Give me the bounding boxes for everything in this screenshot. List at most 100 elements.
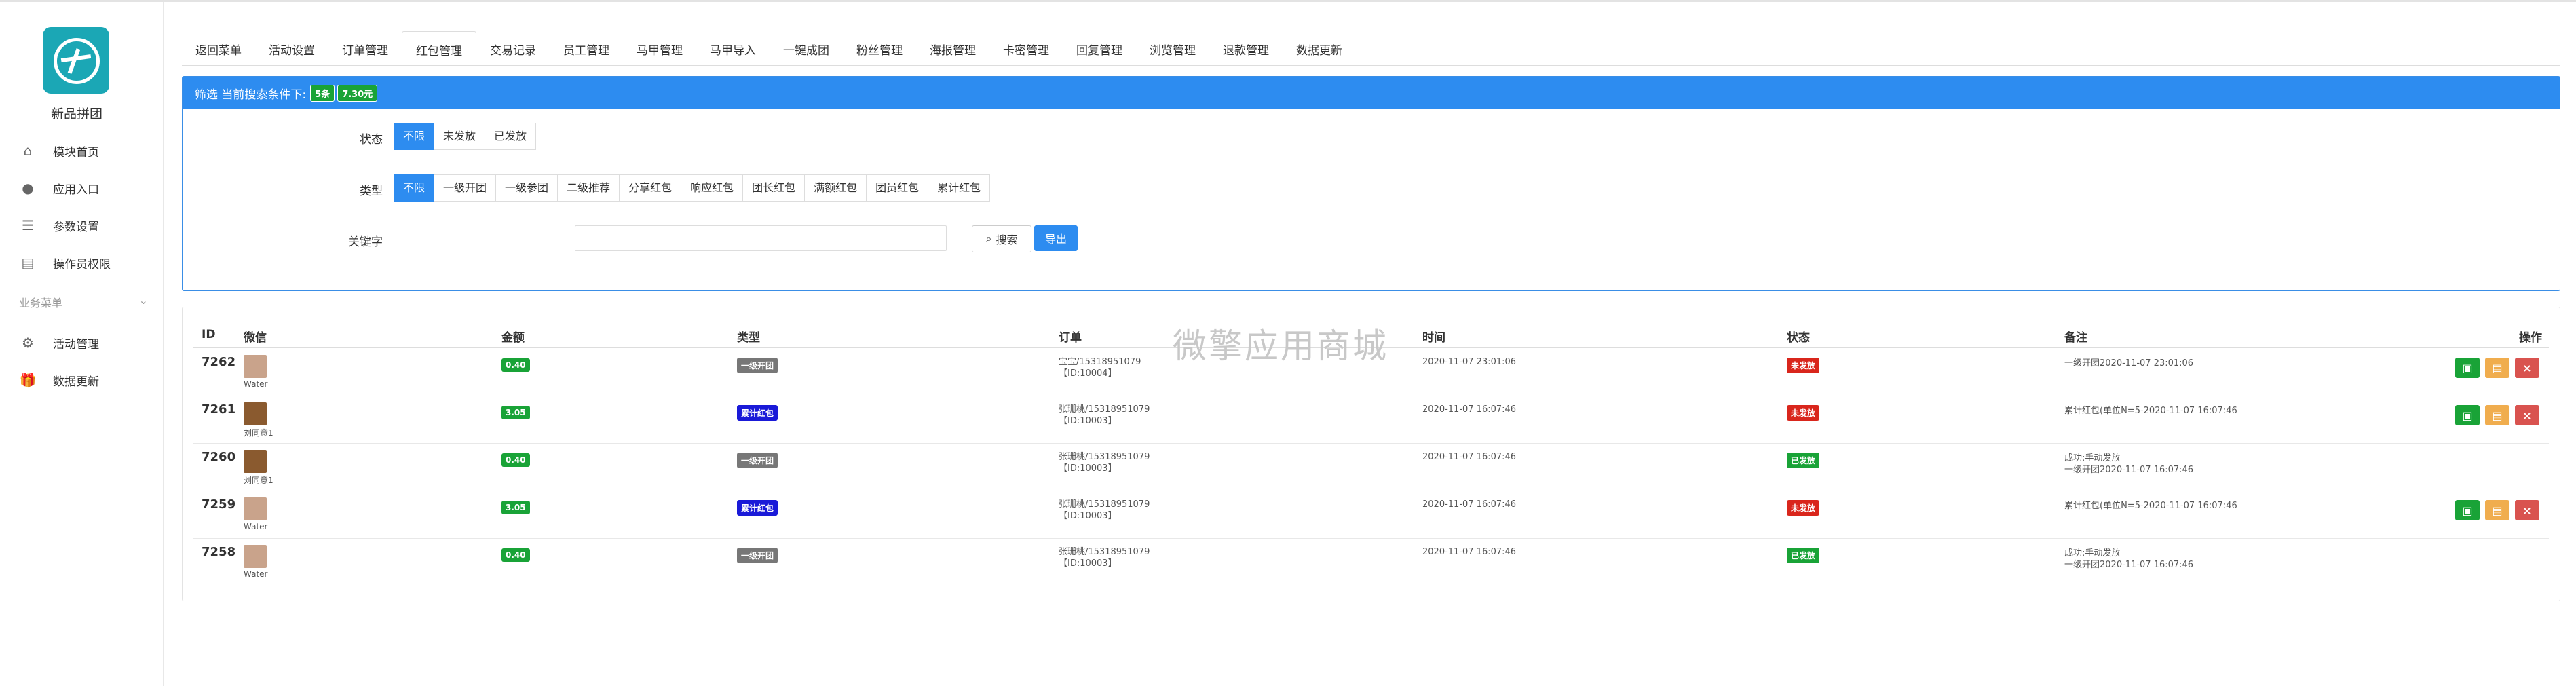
delete-button[interactable]: × (2515, 405, 2539, 425)
type-filter-group: 不限 一级开团 一级参团 二级推荐 分享红包 响应红包 团长红包 满额红包 团员… (394, 174, 991, 202)
type-option-all[interactable]: 不限 (394, 174, 435, 202)
remark-line2: 累计红包(单位N=5-2020-11-07 16:07:46 (2064, 501, 2237, 511)
search-button[interactable]: ⌕ 搜索 (972, 225, 1031, 252)
type-option-full-amount[interactable]: 满额红包 (804, 174, 867, 202)
type-option-level1-open[interactable]: 一级开团 (434, 174, 497, 202)
tab-divider (182, 65, 2560, 66)
wechat-name: Water (244, 569, 268, 579)
table-row: 7262 Water 0.40 一级开团 宝宝/15318951079 【ID:… (193, 348, 2549, 396)
tab-browse[interactable]: 浏览管理 (1136, 31, 1209, 65)
status-badge: 已发放 (1787, 453, 1820, 468)
type-option-member[interactable]: 团员红包 (866, 174, 929, 202)
col-header-wechat: 微信 (244, 331, 267, 345)
col-header-ops: 操作 (2519, 331, 2542, 345)
remark-line2: 一级开团2020-11-07 16:07:46 (2064, 465, 2194, 475)
sidebar-item-entry[interactable]: ● 应用入口 (19, 176, 155, 199)
type-option-level1-join[interactable]: 一级参团 (495, 174, 558, 202)
order-id: 【ID:10003】 (1059, 511, 1117, 521)
sidebar-item-home[interactable]: ⌂ 模块首页 (19, 139, 155, 162)
time-cell: 2020-11-07 16:07:46 (1422, 452, 1517, 462)
tab-bar: 返回菜单 活动设置 订单管理 红包管理 交易记录 员工管理 马甲管理 马甲导入 … (182, 31, 1356, 66)
order-cell: 张珊桃/15318951079 【ID:10003】 (1059, 499, 1150, 522)
money-icon: ▣ (2462, 361, 2473, 375)
tab-posters[interactable]: 海报管理 (916, 31, 989, 65)
status-badge: 已发放 (1787, 548, 1820, 563)
type-badge: 累计红包 (737, 405, 778, 421)
manual-button[interactable]: ▤ (2485, 405, 2509, 425)
wechat-cell: 刘同意1 (244, 450, 273, 486)
status-option-all[interactable]: 不限 (394, 123, 435, 150)
export-button[interactable]: 导出 (1034, 225, 1078, 251)
tab-activity-settings[interactable]: 活动设置 (255, 31, 328, 65)
tab-orders[interactable]: 订单管理 (328, 31, 402, 65)
status-option-unissued[interactable]: 未发放 (434, 123, 486, 150)
remark-cell: 一级开团2020-11-07 23:01:06 (2064, 358, 2193, 369)
type-option-response[interactable]: 响应红包 (681, 174, 744, 202)
amount-badge: 7.30元 (337, 84, 378, 102)
row-id: 7262 (202, 355, 236, 369)
type-badge: 累计红包 (737, 500, 778, 516)
order-buyer: 宝宝/15318951079 (1059, 357, 1141, 367)
tab-card-keys[interactable]: 卡密管理 (989, 31, 1063, 65)
avatar (244, 450, 267, 473)
amount-badge: 0.40 (501, 358, 530, 372)
sidebar-item-permissions[interactable]: ▤ 操作员权限 (19, 251, 155, 274)
table-row: 7258 Water 0.40 一级开团 张珊桃/15318951079 【ID… (193, 538, 2549, 586)
sidebar: 新品拼团 ⌂ 模块首页 ● 应用入口 ☰ 参数设置 ▤ 操作员权限 业务菜单 ⌄… (0, 2, 164, 686)
sidebar-item-settings[interactable]: ☰ 参数设置 (19, 214, 155, 237)
delete-button[interactable]: × (2515, 500, 2539, 520)
sidebar-item-data-update[interactable]: 🎁 数据更新 (19, 368, 155, 392)
tab-back-menu[interactable]: 返回菜单 (182, 31, 255, 65)
sidebar-item-activity[interactable]: ⚙ 活动管理 (19, 331, 155, 354)
tab-fans[interactable]: 粉丝管理 (843, 31, 916, 65)
chevron-down-icon: ⌄ (138, 294, 148, 307)
remark-cell: 成功:手动发放 一级开团2020-11-07 16:07:46 (2064, 453, 2193, 476)
filter-header: 筛选 当前搜索条件下: 5条 7.30元 (183, 77, 2560, 109)
tab-vest-import[interactable]: 马甲导入 (696, 31, 770, 65)
type-badge: 一级开团 (737, 358, 778, 373)
type-badge: 一级开团 (737, 548, 778, 563)
wechat-name: 刘同意1 (244, 428, 273, 438)
issue-button[interactable]: ▣ (2455, 500, 2480, 520)
tab-refunds[interactable]: 退款管理 (1209, 31, 1283, 65)
manual-button[interactable]: ▤ (2485, 358, 2509, 378)
sidebar-item-label: 参数设置 (53, 220, 99, 234)
remark-line2: 一级开团2020-11-07 16:07:46 (2064, 560, 2194, 570)
status-option-issued[interactable]: 已发放 (485, 123, 537, 150)
wechat-name: Water (244, 522, 268, 531)
type-option-level2-referral[interactable]: 二级推荐 (557, 174, 620, 202)
status-badge: 未发放 (1787, 500, 1820, 516)
sidebar-section-business[interactable]: 业务菜单 ⌄ (19, 294, 148, 310)
type-option-cumulative[interactable]: 累计红包 (928, 174, 991, 202)
tab-red-packets[interactable]: 红包管理 (402, 31, 476, 66)
type-option-leader[interactable]: 团长红包 (742, 174, 806, 202)
close-icon: × (2522, 361, 2532, 375)
tab-replies[interactable]: 回复管理 (1063, 31, 1136, 65)
tab-vest[interactable]: 马甲管理 (623, 31, 696, 65)
col-header-type: 类型 (737, 331, 760, 345)
delete-button[interactable]: × (2515, 358, 2539, 378)
remark-cell: 累计红包(单位N=5-2020-11-07 16:07:46 (2064, 500, 2237, 512)
status-filter-group: 不限 未发放 已发放 (394, 123, 537, 150)
type-option-share[interactable]: 分享红包 (619, 174, 682, 202)
remark-cell: 累计红包(单位N=5-2020-11-07 16:07:46 (2064, 405, 2237, 417)
sidebar-item-label: 数据更新 (53, 375, 99, 389)
list-icon: ☰ (22, 217, 34, 233)
tab-transactions[interactable]: 交易记录 (476, 31, 550, 65)
tab-staff[interactable]: 员工管理 (550, 31, 623, 65)
briefcase-icon: ▤ (2492, 408, 2503, 422)
tab-data-update[interactable]: 数据更新 (1283, 31, 1356, 65)
order-buyer: 张珊桃/15318951079 (1059, 547, 1150, 557)
app-logo (43, 27, 109, 94)
remark-line1: 成功:手动发放 (2064, 548, 2121, 558)
manual-button[interactable]: ▤ (2485, 500, 2509, 520)
amount-badge: 0.40 (501, 548, 530, 562)
issue-button[interactable]: ▣ (2455, 358, 2480, 378)
keyword-input[interactable] (575, 225, 947, 251)
sidebar-item-label: 操作员权限 (53, 257, 111, 271)
order-id: 【ID:10004】 (1059, 368, 1117, 379)
briefcase-icon: ▤ (2492, 503, 2503, 517)
store-name: 新品拼团 (50, 107, 102, 121)
tab-one-click-group[interactable]: 一键成团 (770, 31, 843, 65)
issue-button[interactable]: ▣ (2455, 405, 2480, 425)
